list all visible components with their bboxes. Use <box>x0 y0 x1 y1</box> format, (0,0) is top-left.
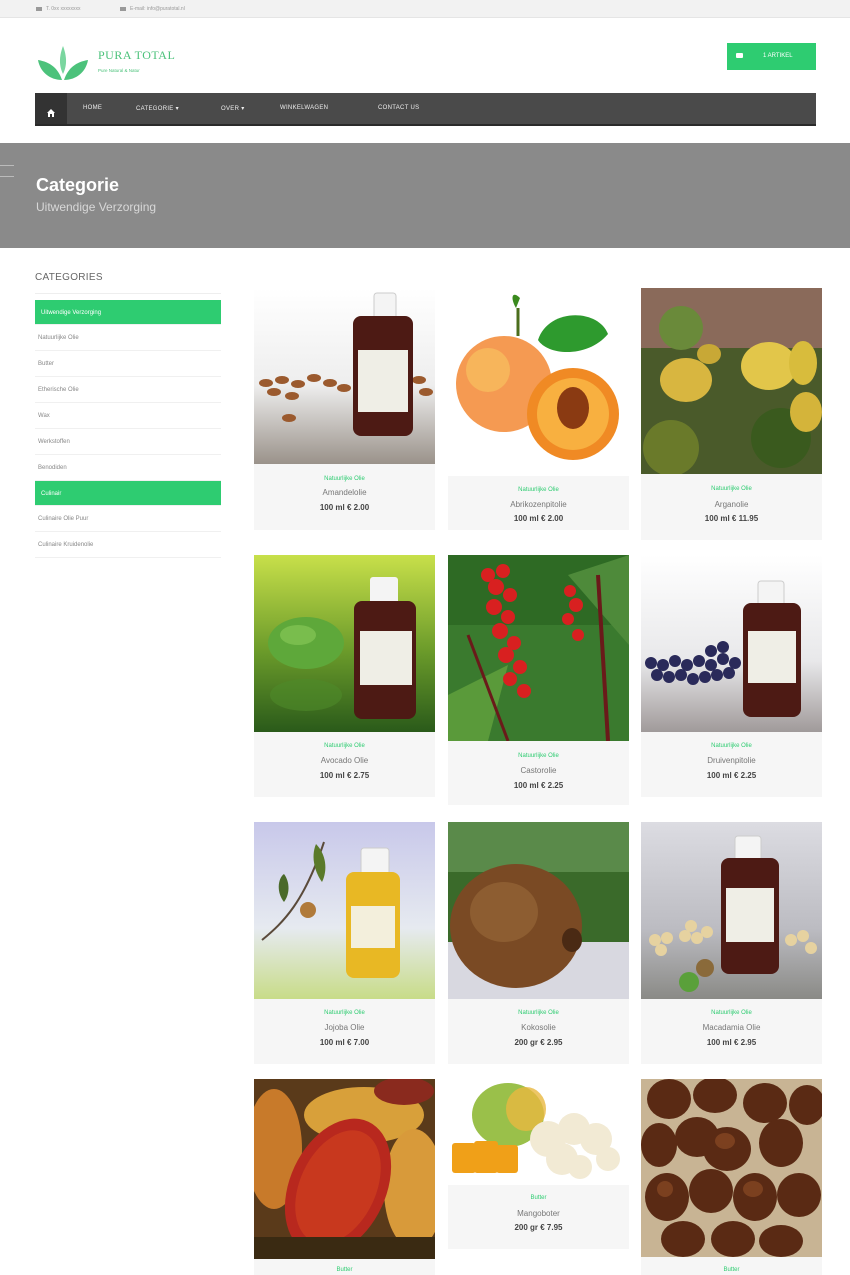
product-name[interactable]: Abrikozenpitolie <box>448 500 629 509</box>
home-icon <box>47 104 55 117</box>
product-image-argan[interactable] <box>641 288 822 474</box>
product-price: 100 ml € 2.00 <box>513 514 564 523</box>
sidebar-item-culinaire-kruidenolie[interactable]: Culinaire Kruidenolie <box>35 532 221 558</box>
phone-text: T. 0xx xxxxxxxx <box>46 6 81 12</box>
product-image-grapeseed[interactable] <box>641 555 822 732</box>
email-text[interactable]: E-mail: info@puratotal.nl <box>130 6 185 12</box>
sidebar-item-natuurlijke-olie[interactable]: Natuurlijke Olie <box>35 325 221 351</box>
product-image-avocado[interactable] <box>254 555 435 732</box>
product-image-cacao[interactable] <box>254 1079 435 1259</box>
product-image-jojoba[interactable] <box>254 822 435 999</box>
product-category[interactable]: Natuurlijke Olie <box>641 743 822 749</box>
product-name[interactable]: Arganolie <box>641 500 822 509</box>
product-card[interactable]: Butter <box>254 1079 435 1275</box>
sidebar-item-wax[interactable]: Wax <box>35 403 221 429</box>
phone-info: T. 0xx xxxxxxxx <box>36 6 80 12</box>
main-nav: HOME CATEGORIE ▾ OVER ▾ WINKELWAGEN CONT… <box>35 93 816 126</box>
product-price: 100 ml € 2.00 <box>319 503 370 512</box>
product-category[interactable]: Natuurlijke Olie <box>448 753 629 759</box>
cart-button[interactable]: 1 ARTIKEL <box>727 43 816 70</box>
nav-winkelwagen[interactable]: WINKELWAGEN <box>280 105 328 111</box>
product-name[interactable]: Amandelolie <box>254 488 435 497</box>
product-card[interactable]: Natuurlijke Olie Amandelolie 100 ml € 2.… <box>254 288 435 530</box>
nav-over[interactable]: OVER ▾ <box>221 105 245 112</box>
product-category[interactable]: Butter <box>641 1267 822 1273</box>
product-card[interactable]: Natuurlijke Olie Arganolie 100 ml € 11.9… <box>641 288 822 540</box>
product-image-shea[interactable] <box>641 1079 822 1257</box>
product-price: 100 ml € 7.00 <box>319 1038 370 1047</box>
chevron-down-icon: ▾ <box>175 106 179 112</box>
brand-tagline: Pure Natural & Natur <box>98 68 140 73</box>
page-header-band: Categorie Uitwendige Verzorging <box>0 143 850 248</box>
product-card[interactable]: Natuurlijke Olie Kokosolie 200 gr € 2.95 <box>448 822 629 1064</box>
product-price: 100 ml € 2.95 <box>706 1038 757 1047</box>
sidebar-item-culinair[interactable]: Culinair <box>35 481 221 506</box>
category-sidebar: CATEGORIES Uitwendige Verzorging Natuurl… <box>35 272 221 558</box>
product-category[interactable]: Natuurlijke Olie <box>254 743 435 749</box>
sidebar-item-etherische-olie[interactable]: Etherische Olie <box>35 377 221 403</box>
brand-name: PURA TOTAL <box>98 48 176 62</box>
nav-over-label: OVER <box>221 106 240 112</box>
sidebar-item-butter[interactable]: Butter <box>35 351 221 377</box>
product-price: 200 gr € 2.95 <box>514 1038 563 1047</box>
envelope-icon <box>120 6 126 11</box>
nav-contact[interactable]: CONTACT US <box>378 105 419 111</box>
product-name[interactable]: Mangoboter <box>448 1209 629 1218</box>
band-edge-mark <box>0 165 14 177</box>
sidebar-item-culinaire-olie-puur[interactable]: Culinaire Olie Puur <box>35 506 221 532</box>
product-card[interactable]: Butter <box>641 1079 822 1275</box>
sidebar-heading: CATEGORIES <box>35 272 221 294</box>
phone-icon <box>36 6 42 11</box>
product-card[interactable]: Natuurlijke Olie Macadamia Olie 100 ml €… <box>641 822 822 1064</box>
leaf-logo-icon <box>38 46 88 80</box>
top-bar: T. 0xx xxxxxxxx E-mail: info@puratotal.n… <box>0 0 850 18</box>
product-category[interactable]: Natuurlijke Olie <box>641 1010 822 1016</box>
product-name[interactable]: Avocado Olie <box>254 756 435 765</box>
shopping-cart-icon <box>736 53 743 58</box>
product-price: 100 ml € 11.95 <box>704 514 759 523</box>
product-category[interactable]: Natuurlijke Olie <box>254 476 435 482</box>
product-price: 100 ml € 2.25 <box>706 771 757 780</box>
product-image-castor[interactable] <box>448 555 629 741</box>
product-image-coconut[interactable] <box>448 822 629 999</box>
home-button[interactable] <box>35 93 67 124</box>
page-subtitle: Uitwendige Verzorging <box>36 200 157 214</box>
product-category[interactable]: Butter <box>448 1195 629 1201</box>
product-card[interactable]: Natuurlijke Olie Druivenpitolie 100 ml €… <box>641 555 822 797</box>
product-price: 200 gr € 7.95 <box>514 1223 563 1232</box>
cart-label: 1 ARTIKEL <box>763 53 793 59</box>
sidebar-item-uitwendige-verzorging[interactable]: Uitwendige Verzorging <box>35 300 221 325</box>
product-image-macadamia[interactable] <box>641 822 822 999</box>
nav-home[interactable]: HOME <box>83 105 102 111</box>
product-name[interactable]: Jojoba Olie <box>254 1023 435 1032</box>
product-price: 100 ml € 2.25 <box>513 781 564 790</box>
product-category[interactable]: Butter <box>254 1267 435 1273</box>
product-image-almond[interactable] <box>254 288 435 464</box>
nav-categorie-label: CATEGORIE <box>136 106 174 112</box>
product-category[interactable]: Natuurlijke Olie <box>641 486 822 492</box>
product-name[interactable]: Kokosolie <box>448 1023 629 1032</box>
chevron-down-icon: ▾ <box>241 106 245 112</box>
product-card[interactable]: Natuurlijke Olie Abrikozenpitolie 100 ml… <box>448 288 629 530</box>
product-image-mango-butter[interactable] <box>448 1079 629 1185</box>
product-category[interactable]: Natuurlijke Olie <box>448 1010 629 1016</box>
product-price: 100 ml € 2.75 <box>319 771 370 780</box>
product-name[interactable]: Macadamia Olie <box>641 1023 822 1032</box>
email-info[interactable]: E-mail: info@puratotal.nl <box>120 6 185 12</box>
product-name[interactable]: Druivenpitolie <box>641 756 822 765</box>
sidebar-item-werkstoffen[interactable]: Werkstoffen <box>35 429 221 455</box>
product-category[interactable]: Natuurlijke Olie <box>448 487 629 493</box>
product-card[interactable]: Butter Mangoboter 200 gr € 7.95 <box>448 1079 629 1249</box>
product-card[interactable]: Natuurlijke Olie Jojoba Olie 100 ml € 7.… <box>254 822 435 1064</box>
sidebar-item-benodiden[interactable]: Benodiden <box>35 455 221 481</box>
nav-categorie[interactable]: CATEGORIE ▾ <box>136 105 179 112</box>
product-name[interactable]: Castorolie <box>448 766 629 775</box>
page-title: Categorie <box>36 175 120 195</box>
product-card[interactable]: Natuurlijke Olie Castorolie 100 ml € 2.2… <box>448 555 629 805</box>
product-category[interactable]: Natuurlijke Olie <box>254 1010 435 1016</box>
product-card[interactable]: Natuurlijke Olie Avocado Olie 100 ml € 2… <box>254 555 435 797</box>
brand-logo[interactable]: PURA TOTAL Pure Natural & Natur <box>36 44 186 84</box>
product-image-apricot[interactable] <box>448 288 629 476</box>
